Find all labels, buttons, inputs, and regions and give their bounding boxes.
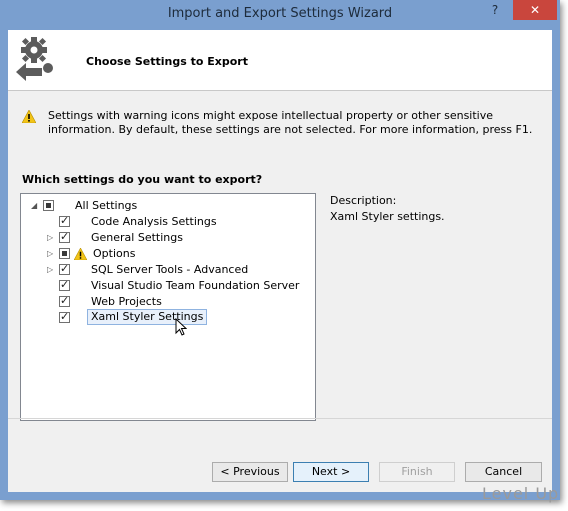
tree-item[interactable]: ▷ Options <box>21 246 313 262</box>
warning-message: Settings with warning icons might expose… <box>48 109 533 136</box>
tree-item-label: SQL Server Tools - Advanced <box>91 263 249 276</box>
window-title: Import and Export Settings Wizard <box>167 6 393 21</box>
previous-button[interactable]: < Previous <box>212 462 288 482</box>
description-text: Xaml Styler settings. <box>330 210 445 223</box>
settings-tree[interactable]: ◢ All Settings Code Analysis Settings ▷ Gene… <box>20 193 316 421</box>
tree-item-label: Options <box>93 247 136 260</box>
finish-button[interactable]: Finish <box>379 462 455 482</box>
tree-item-label: Visual Studio Team Foundation Server <box>91 279 300 292</box>
tree-expander-icon <box>47 217 55 227</box>
tree-expander-icon <box>47 313 55 323</box>
tree-question-label: Which settings do you want to export? <box>22 173 263 186</box>
tree-item-checkbox[interactable] <box>59 294 70 307</box>
tree-item[interactable]: Code Analysis Settings <box>21 214 313 230</box>
tree-item-checkbox[interactable] <box>59 310 70 323</box>
next-button[interactable]: Next > <box>293 462 369 482</box>
settings-gear-icon <box>16 37 53 81</box>
tree-item-checkbox[interactable] <box>59 248 70 259</box>
tree-item[interactable]: ▷ General Settings <box>21 230 313 246</box>
tree-expander-icon[interactable]: ▷ <box>47 233 55 243</box>
tree-item-label: Code Analysis Settings <box>91 215 217 228</box>
tree-item-checkbox[interactable] <box>59 278 70 291</box>
title-bar[interactable]: Import and Export Settings Wizard ? ✕ <box>0 0 560 30</box>
help-button[interactable]: ? <box>482 0 508 20</box>
tree-item-checkbox[interactable] <box>59 262 70 275</box>
tree-item-label: Xaml Styler Settings <box>87 309 208 325</box>
tree-item[interactable]: ▷ SQL Server Tools - Advanced <box>21 262 313 278</box>
close-button[interactable]: ✕ <box>513 0 557 20</box>
tree-expander-icon <box>47 297 55 307</box>
tree-item-checkbox[interactable] <box>59 214 70 227</box>
tree-expander-icon <box>47 281 55 291</box>
mouse-cursor-icon <box>175 318 187 336</box>
description-label: Description: <box>330 194 397 207</box>
tree-expander-icon[interactable]: ▷ <box>47 265 55 275</box>
wizard-window: Import and Export Settings Wizard ? ✕ Ch… <box>0 0 560 500</box>
wizard-client-area: Choose Settings to Export Settings with … <box>8 30 552 492</box>
page-heading: Choose Settings to Export <box>86 55 248 68</box>
tree-expander-icon[interactable]: ◢ <box>31 201 39 211</box>
tree-item[interactable]: Visual Studio Team Foundation Server <box>21 278 313 294</box>
wizard-header: Choose Settings to Export <box>8 30 552 91</box>
tree-item[interactable]: Web Projects <box>21 294 313 310</box>
watermark-text: Level Up <box>482 484 560 503</box>
footer-divider <box>8 418 552 419</box>
warning-icon <box>22 110 36 123</box>
cancel-button[interactable]: Cancel <box>465 462 542 482</box>
tree-item-label: All Settings <box>75 199 138 212</box>
tree-item[interactable]: Xaml Styler Settings <box>21 309 313 326</box>
tree-item-label: Web Projects <box>91 295 162 308</box>
tree-expander-icon[interactable]: ▷ <box>47 249 55 259</box>
tree-item-checkbox[interactable] <box>59 230 70 243</box>
tree-item-checkbox[interactable] <box>43 200 54 211</box>
warning-icon <box>74 248 87 260</box>
tree-item[interactable]: ◢ All Settings <box>21 198 313 214</box>
tree-item-label: General Settings <box>91 231 183 244</box>
